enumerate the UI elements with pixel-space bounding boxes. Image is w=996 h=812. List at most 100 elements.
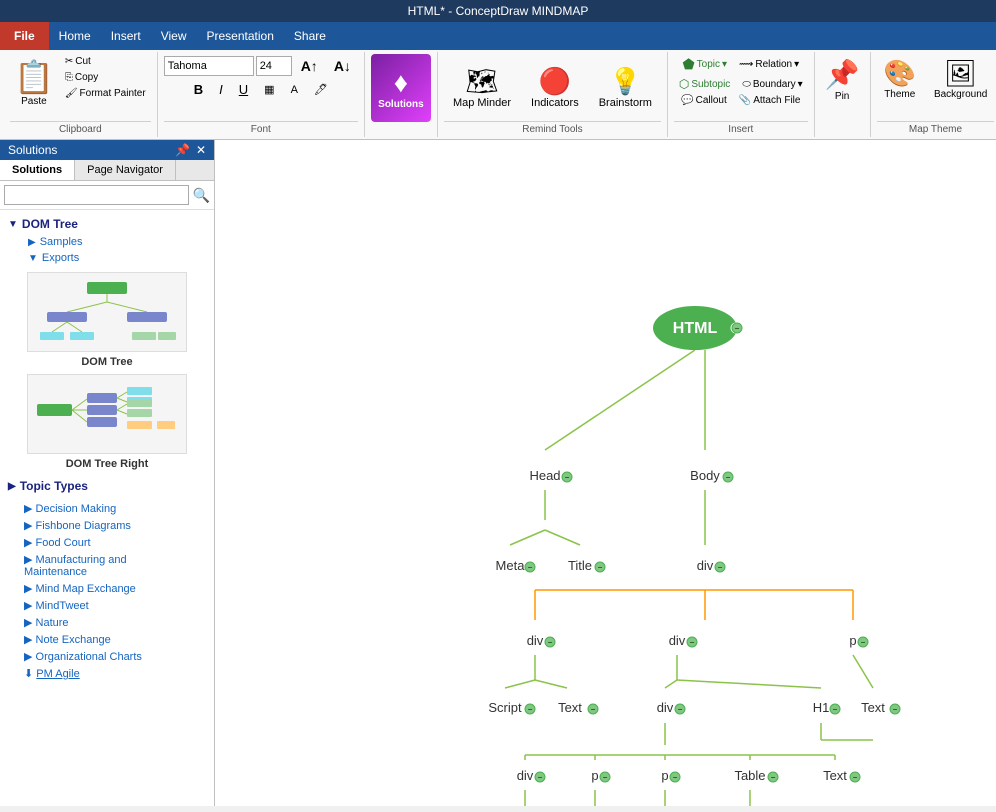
relation-dropdown[interactable]: ▾ — [794, 59, 799, 70]
text3-expand-dot[interactable]: − — [850, 772, 860, 782]
file-menu[interactable]: File — [0, 22, 49, 50]
font-size-input[interactable] — [256, 56, 292, 76]
text1-expand-dot[interactable]: − — [588, 704, 598, 714]
topic-label: Topic — [697, 59, 720, 70]
mind-map-exchange-item[interactable]: ▶ Mind Map Exchange — [0, 580, 214, 597]
html-expand-dot[interactable]: − — [732, 323, 742, 333]
mindtweet-item[interactable]: ▶ MindTweet — [0, 597, 214, 614]
boundary-dropdown[interactable]: ▾ — [798, 79, 803, 90]
div4-expand-dot[interactable]: − — [675, 704, 685, 714]
solutions-tabs: Solutions Page Navigator — [0, 160, 214, 181]
svg-text:−: − — [678, 705, 683, 714]
p1-expand-dot[interactable]: − — [858, 637, 868, 647]
exports-header[interactable]: ▼ Exports — [20, 250, 214, 266]
remind-tools-row: 🗺 Map Minder 🔴 Indicators 💡 Brainstorm — [444, 54, 661, 121]
script-expand-dot[interactable]: − — [525, 704, 535, 714]
format-painter-button[interactable]: 🖌 Format Painter — [60, 86, 151, 101]
insert-group: ⬟ Topic ▾ ⟿ Relation ▾ ⬡ Subtopic ⬭ Boun… — [668, 52, 815, 137]
solutions-search-input[interactable] — [4, 185, 189, 205]
highlight-button[interactable]: 🖊 — [307, 79, 335, 100]
solutions-group: ♦ Solutions — [365, 52, 438, 137]
div3-expand-dot[interactable]: − — [687, 637, 697, 647]
dom-tree-header[interactable]: ▼ DOM Tree — [0, 214, 214, 234]
paste-button[interactable]: 📋 Paste — [10, 54, 58, 121]
pin-group-label — [821, 122, 864, 135]
close-panel-icon[interactable]: ✕ — [196, 143, 206, 157]
subtopic-button[interactable]: ⬡ Subtopic — [674, 75, 735, 93]
food-court-item[interactable]: ▶ Food Court — [0, 534, 214, 551]
pm-agile-item[interactable]: ⬇ PM Agile — [0, 665, 214, 682]
title-expand-dot[interactable]: − — [595, 562, 605, 572]
italic-button[interactable]: I — [212, 78, 230, 101]
fishbone-label: Fishbone Diagrams — [36, 520, 131, 532]
relation-button[interactable]: ⟿ Relation ▾ — [734, 57, 804, 72]
callout-button[interactable]: 💬 Callout — [676, 93, 732, 108]
insert-row1: ⬟ Topic ▾ ⟿ Relation ▾ — [677, 54, 804, 75]
theme-button[interactable]: 🎨 Theme — [877, 54, 923, 104]
canvas-area[interactable]: HTML − Head − Body − Meta — [215, 140, 996, 806]
manufacturing-item[interactable]: ▶ Manufacturing and Maintenance — [0, 551, 214, 580]
dom-tree-thumbnail[interactable]: DOM Tree — [10, 272, 204, 368]
solutions-list: ▼ DOM Tree ▶ Samples ▼ Exports — [0, 210, 214, 806]
background-button[interactable]: 🖼 Background — [927, 54, 994, 104]
share-menu[interactable]: Share — [284, 22, 336, 50]
p2-expand-dot[interactable]: − — [600, 772, 610, 782]
font-color-button[interactable]: A — [284, 80, 305, 100]
solutions-button[interactable]: ♦ Solutions — [371, 54, 431, 122]
font-group: A↑ A↓ B I U ▦ A 🖊 Font — [158, 52, 365, 137]
copy-button[interactable]: ⎘ Copy — [60, 70, 151, 85]
bold-button[interactable]: B — [187, 78, 210, 101]
nature-item[interactable]: ▶ Nature — [0, 614, 214, 631]
dom-tree-right-thumbnail[interactable]: DOM Tree Right — [10, 374, 204, 470]
pin-button[interactable]: 📌 Pin — [821, 54, 864, 106]
svg-text:−: − — [718, 563, 723, 572]
remind-tools-label: Remind Tools — [444, 121, 661, 135]
attach-file-button[interactable]: 📎 Attach File — [734, 93, 806, 108]
presentation-menu[interactable]: Presentation — [197, 22, 284, 50]
note-exchange-item[interactable]: ▶ Note Exchange — [0, 631, 214, 648]
indicators-button[interactable]: 🔴 Indicators — [522, 61, 588, 114]
brainstorm-button[interactable]: 💡 Brainstorm — [590, 61, 661, 114]
samples-header[interactable]: ▶ Samples — [20, 234, 214, 250]
table-expand-dot[interactable]: − — [768, 772, 778, 782]
table-btn[interactable]: ▦ — [257, 79, 281, 100]
div5-expand-dot[interactable]: − — [535, 772, 545, 782]
head-expand-dot[interactable]: − — [562, 472, 572, 482]
view-menu[interactable]: View — [151, 22, 197, 50]
div3-node-label: div — [669, 633, 686, 648]
p1-node-label: p — [849, 633, 856, 648]
pin-panel-icon[interactable]: 📌 — [175, 143, 190, 157]
solutions-label: Solutions — [378, 99, 424, 110]
h1-expand-dot[interactable]: − — [830, 704, 840, 714]
underline-button[interactable]: U — [232, 78, 255, 101]
fishbone-diagrams-item[interactable]: ▶ Fishbone Diagrams — [0, 517, 214, 534]
decision-making-item[interactable]: ▶ Decision Making — [0, 500, 214, 517]
topic-types-header[interactable]: ▶ Topic Types — [0, 476, 214, 496]
shrink-font-button[interactable]: A↓ — [327, 54, 358, 78]
insert-menu[interactable]: Insert — [101, 22, 151, 50]
p3-expand-dot[interactable]: − — [670, 772, 680, 782]
home-menu[interactable]: Home — [49, 22, 101, 50]
search-icon[interactable]: 🔍 — [193, 187, 210, 204]
div1-expand-dot[interactable]: − — [715, 562, 725, 572]
solutions-panel-controls: 📌 ✕ — [175, 143, 206, 157]
solutions-tab[interactable]: Solutions — [0, 160, 75, 180]
body-expand-dot[interactable]: − — [723, 472, 733, 482]
div2-expand-dot[interactable]: − — [545, 637, 555, 647]
paste-label: Paste — [21, 96, 47, 107]
topic-button[interactable]: ⬟ Topic ▾ — [677, 54, 732, 75]
topic-dropdown[interactable]: ▾ — [722, 59, 727, 70]
meta-expand-dot[interactable]: − — [525, 562, 535, 572]
text2-expand-dot[interactable]: − — [890, 704, 900, 714]
map-minder-button[interactable]: 🗺 Map Minder — [444, 61, 520, 114]
org-charts-item[interactable]: ▶ Organizational Charts — [0, 648, 214, 665]
solutions-panel: Solutions 📌 ✕ Solutions Page Navigator 🔍… — [0, 140, 215, 806]
pm-agile-label[interactable]: PM Agile — [36, 668, 79, 680]
cut-button[interactable]: ✂ Cut — [60, 54, 151, 69]
boundary-button[interactable]: ⬭ Boundary ▾ — [737, 77, 807, 92]
grow-font-button[interactable]: A↑ — [294, 54, 325, 78]
page-navigator-tab[interactable]: Page Navigator — [75, 160, 176, 180]
font-family-input[interactable] — [164, 56, 254, 76]
topic-types-arrow: ▶ — [8, 481, 16, 492]
topic-icon: ⬟ — [682, 56, 694, 73]
